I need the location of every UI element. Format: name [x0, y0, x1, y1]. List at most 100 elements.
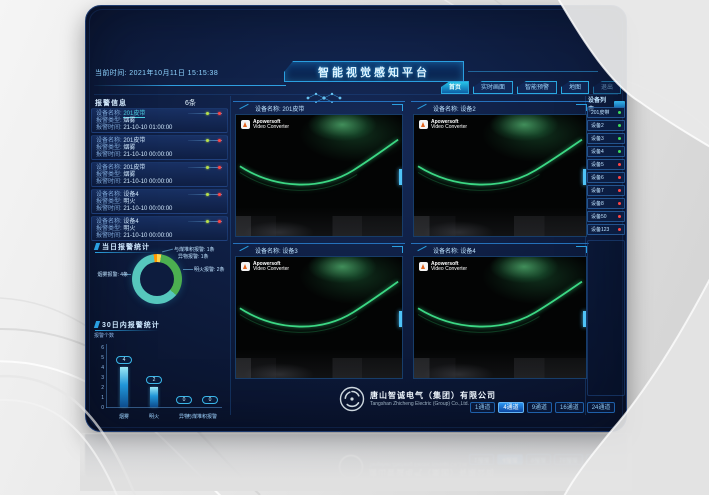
video-panel[interactable]: 设备名称: 设备4 Apowersoft Video Converter [411, 243, 589, 380]
y-tick: 2 [92, 385, 104, 391]
nav-button[interactable]: 退出 [593, 81, 621, 94]
main-nav: 首页 实时画面 智能预警 地图 退出 [441, 81, 621, 94]
bar [150, 387, 158, 407]
laser-curve [236, 257, 402, 378]
video-scrollbar[interactable] [399, 169, 402, 185]
channel-button[interactable]: 16通道 [555, 402, 584, 413]
device-row[interactable]: 设备123 [587, 224, 625, 235]
channel-button[interactable]: 4通道 [498, 402, 523, 413]
alarm-device-value: 201皮带 [123, 165, 145, 171]
company-logo [339, 386, 365, 412]
video-feed[interactable]: Apowersoft Video Converter [235, 256, 403, 379]
device-row[interactable]: 设备2 [587, 120, 625, 131]
alarm-time-label: 报警时间: [96, 125, 122, 131]
video-panel-title: 设备名称: 设备3 [255, 246, 298, 255]
device-row[interactable]: 设备5 [587, 159, 625, 170]
device-row[interactable]: 设备8 [587, 198, 625, 209]
alarm-item[interactable]: 设备名称: 201皮带 报警类型: 烟雾 报警时间: 21-10-10 00:0… [91, 162, 228, 187]
nav-button[interactable]: 地图 [561, 81, 589, 94]
nav-button-label: 地图 [569, 85, 581, 91]
watermark-text: Apowersoft Video Converter [431, 262, 467, 272]
video-panel-title: 设备名称: 设备2 [433, 104, 476, 113]
bar [120, 367, 128, 407]
device-name: 设备7 [591, 187, 618, 194]
channel-button-label: 16通道 [560, 405, 579, 411]
nav-button[interactable]: 智能预警 [517, 81, 557, 94]
video-feed[interactable]: Apowersoft Video Converter [413, 256, 587, 379]
video-panel[interactable]: 设备名称: 201皮带 Apowersoft Video Converter [233, 101, 405, 238]
donut-label-smoke: 烟雾报警: 4条 [90, 271, 128, 278]
alarm-item[interactable]: 设备名称: 201皮带 报警类型: 烟雾 报警时间: 21-10-10 00:0… [91, 135, 228, 160]
dashboard-panel: 当前时间: 2021年10月11日 15:15:38 智能视觉感知平台 首页 实… [85, 5, 627, 432]
watermark-text: Apowersoft Video Converter [253, 262, 289, 272]
device-row[interactable]: 设备7 [587, 185, 625, 196]
y-axis-label: 报警个数 [94, 332, 114, 339]
video-panel[interactable]: 设备名称: 设备2 Apowersoft Video Converter [411, 101, 589, 238]
alarm-type-label: 报警类型: [96, 199, 122, 205]
alarm-time-label: 报警时间: [96, 179, 122, 185]
channel-button[interactable]: 1通道 [470, 402, 495, 413]
video-panel-header: 设备名称: 201皮带 [233, 101, 405, 113]
device-row[interactable]: 201皮带 [587, 107, 625, 118]
callout-line [183, 269, 193, 270]
nav-button[interactable]: 实时画面 [473, 81, 513, 94]
bar-value-bubble: 0 [202, 396, 218, 404]
status-dot [618, 215, 621, 218]
video-feed[interactable]: Apowersoft Video Converter [235, 114, 403, 237]
deco-line [468, 71, 598, 72]
video-device-name: 设备4 [460, 249, 475, 255]
channel-button-reflection-label: 1通道 [474, 456, 489, 462]
video-panel-title: 设备名称: 201皮带 [255, 104, 304, 113]
donut-label-foreign: 异物报警: 1条 [178, 253, 209, 260]
channel-button[interactable]: 9通道 [527, 402, 552, 413]
watermark: Apowersoft Video Converter [241, 120, 289, 130]
alarm-type-line: 报警类型: 明火 [96, 226, 223, 233]
y-tick: 0 [92, 405, 104, 411]
company-logo-reflection [338, 454, 364, 480]
device-row[interactable]: 设备50 [587, 211, 625, 222]
video-feed[interactable]: Apowersoft Video Converter [413, 114, 587, 237]
alarm-type-line: 报警类型: 烟雾 [96, 145, 223, 152]
channel-button-reflection: 9通道 [526, 454, 551, 465]
status-dot [618, 163, 621, 166]
watermark-text: Apowersoft Video Converter [253, 120, 289, 130]
status-dot [618, 176, 621, 179]
video-panel[interactable]: 设备名称: 设备3 Apowersoft Video Converter [233, 243, 405, 380]
nav-button-label: 首页 [449, 85, 461, 91]
alarm-time-value: 21-10-10 01:00:00 [123, 125, 172, 131]
device-row[interactable]: 设备4 [587, 146, 625, 157]
device-row[interactable]: 设备3 [587, 133, 625, 144]
deco-line [94, 85, 286, 86]
channel-button[interactable]: 24通道 [587, 402, 616, 413]
y-tick: 5 [92, 355, 104, 361]
alarm-item[interactable]: 设备名称: 201皮带 报警类型: 烟雾 报警时间: 21-10-10 01:0… [91, 108, 228, 133]
video-device-name: 设备2 [460, 107, 475, 113]
company-name-en: Tangshan Zhicheng Electric (Group) Co.,L… [370, 401, 469, 407]
alarm-panel-header: 报警信息 6条 [95, 98, 227, 108]
alarm-device-value: 设备4 [123, 192, 138, 198]
apowersoft-icon [419, 120, 428, 129]
nav-button[interactable]: 首页 [441, 81, 469, 94]
y-tick: 6 [92, 345, 104, 351]
watermark: Apowersoft Video Converter [419, 262, 467, 272]
device-name: 设备3 [591, 135, 618, 142]
video-scrollbar[interactable] [583, 169, 586, 185]
alarm-type-line: 报警类型: 明火 [96, 199, 223, 206]
alarm-time-value: 21-10-10 00:00:00 [123, 233, 172, 239]
green-dot-icon [206, 166, 209, 169]
alarm-count-badge: 6条 [185, 98, 196, 108]
video-scrollbar[interactable] [399, 311, 402, 327]
device-list: 201皮带 设备2 设备3 设备4 设备5 设备6 设备7 设备 [587, 107, 625, 237]
red-dot-icon [218, 166, 221, 169]
video-scrollbar[interactable] [583, 311, 586, 327]
device-name: 设备2 [591, 122, 618, 129]
channel-button-label: 9通道 [532, 405, 547, 411]
status-dot [618, 111, 621, 114]
channel-button-reflection-label: 4通道 [502, 456, 517, 462]
bar-value-bubble: 2 [146, 376, 162, 384]
watermark-line2: Video Converter [253, 267, 289, 272]
alarm-item[interactable]: 设备名称: 设备4 报警类型: 明火 报警时间: 21-10-10 00:00:… [91, 189, 228, 214]
video-panel-header: 设备名称: 设备4 [411, 243, 589, 255]
device-row[interactable]: 设备6 [587, 172, 625, 183]
alarm-item[interactable]: 设备名称: 设备4 报警类型: 明火 报警时间: 21-10-10 00:00:… [91, 216, 228, 241]
